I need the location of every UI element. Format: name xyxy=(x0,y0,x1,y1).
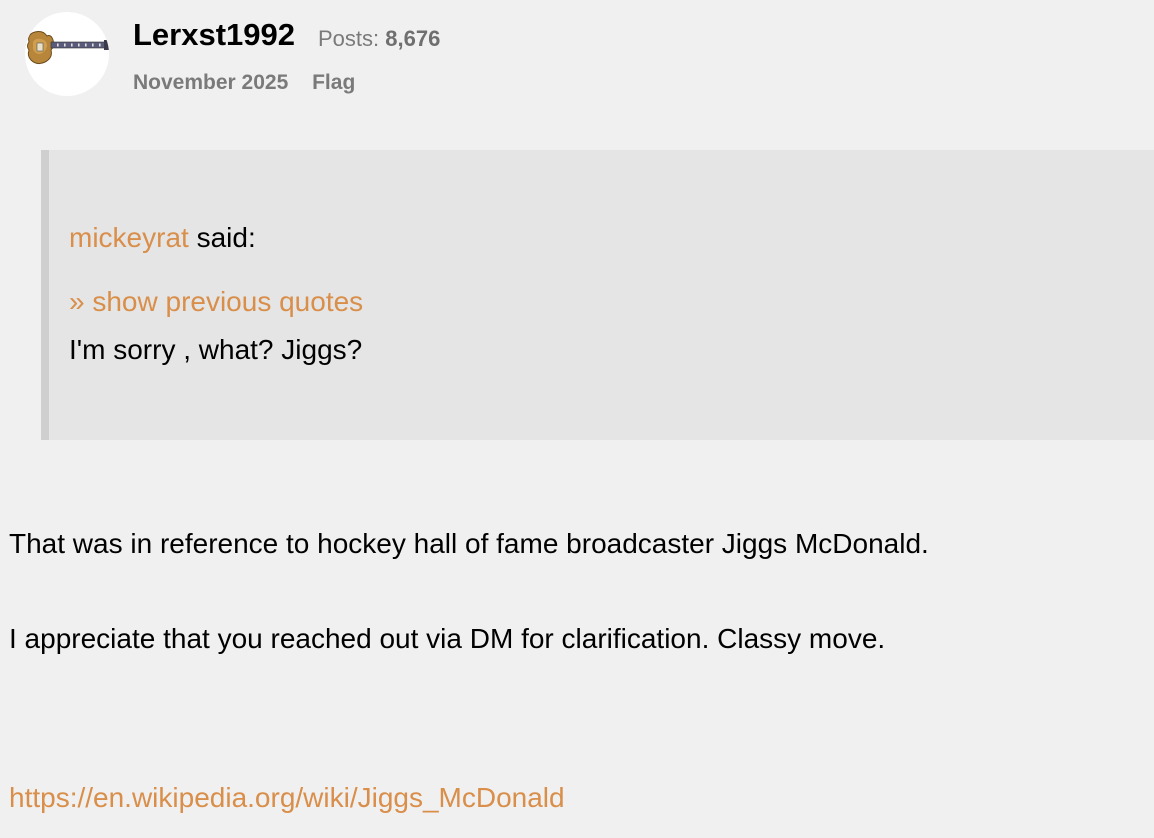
avatar[interactable] xyxy=(25,12,109,96)
guitar-avatar-icon xyxy=(27,31,109,65)
post-date[interactable]: November 2025 xyxy=(133,71,288,94)
post-paragraph: I appreciate that you reached out via DM… xyxy=(9,623,886,654)
flag-link[interactable]: Flag xyxy=(312,71,355,94)
forum-post: Lerxst1992 Posts: 8,676 November 2025 Fl… xyxy=(0,0,1154,838)
wikipedia-link[interactable]: https://en.wikipedia.org/wiki/Jiggs_McDo… xyxy=(9,780,565,816)
said-label: said: xyxy=(196,222,256,253)
show-previous-quotes-link[interactable]: » show previous quotes xyxy=(69,284,363,320)
quoted-user-link[interactable]: mickeyrat xyxy=(69,222,189,253)
author-name[interactable]: Lerxst1992 xyxy=(133,15,295,55)
quote-text: I'm sorry , what? Jiggs? xyxy=(69,334,363,365)
post-count: Posts: 8,676 xyxy=(318,24,440,54)
posts-count-value: 8,676 xyxy=(385,26,441,51)
post-meta: November 2025 Flag xyxy=(133,68,355,98)
quote-block: mickeyrat said: » show previous quotes I… xyxy=(41,150,1154,440)
post-paragraph: That was in reference to hockey hall of … xyxy=(9,528,929,559)
posts-label: Posts: xyxy=(318,26,380,51)
quote-header: mickeyrat said: xyxy=(69,220,256,256)
